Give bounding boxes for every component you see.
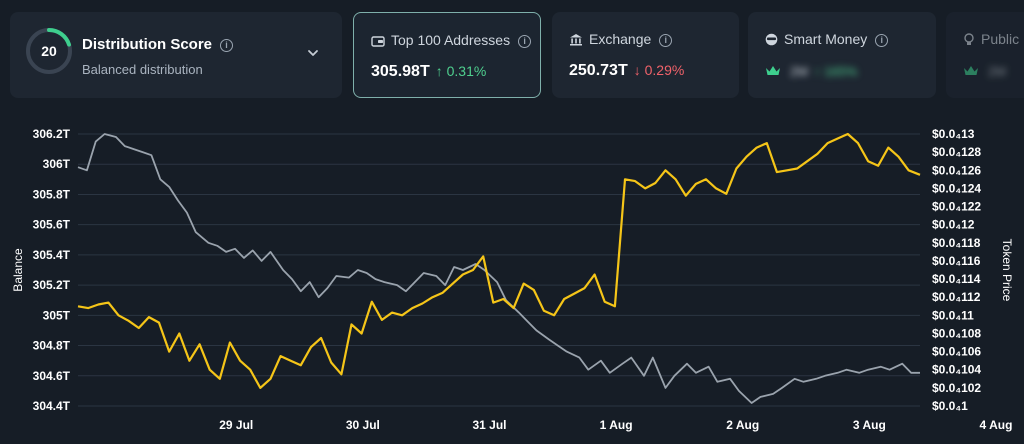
distribution-score-card[interactable]: 20 Distribution Score i Balanced distribu… — [10, 12, 342, 98]
bank-icon — [570, 34, 582, 46]
x-axis-ticks: 29 Jul 30 Jul 31 Jul 1 Aug 2 Aug 3 Aug 4 Aug — [219, 418, 1012, 432]
public-value: 2M — [988, 64, 1007, 79]
distribution-score-title: Distribution Score i — [82, 36, 234, 53]
y2-tick-label: $0.0₄104 — [932, 363, 981, 377]
exchange-label: Exchange — [589, 31, 652, 47]
crown-icon — [766, 66, 780, 75]
y2-tick-label: $0.0₄122 — [932, 200, 981, 214]
top-100-change: ↑ 0.31% — [435, 63, 487, 79]
info-icon[interactable]: i — [220, 38, 234, 52]
balance-line — [77, 133, 920, 404]
distribution-score-value: 20 — [41, 43, 57, 59]
y2-tick-label: $0.0₄13 — [932, 127, 975, 141]
y-tick-label: 305.4T — [33, 248, 71, 262]
y2-tick-label: $0.0₄1 — [932, 399, 968, 413]
y2-tick-label: $0.0₄116 — [932, 254, 981, 268]
x-tick-label: 4 Aug — [980, 418, 1013, 432]
x-tick-label: 3 Aug — [853, 418, 886, 432]
x-tick-label: 1 Aug — [600, 418, 633, 432]
chevron-down-icon[interactable] — [306, 46, 320, 60]
x-tick-label: 30 Jul — [346, 418, 380, 432]
smart-money-label: Smart Money — [784, 31, 868, 47]
exchange-label-row: Exchange i — [569, 31, 673, 47]
exchange-value-row: 250.73T ↓ 0.29% — [569, 62, 684, 80]
y-tick-label: 305.8T — [33, 187, 71, 201]
y-axis-title-left: Balance — [11, 248, 25, 292]
public-card[interactable]: Public 2M — [946, 12, 1024, 98]
smart-money-card[interactable]: Smart Money i 2M ↑ 165% — [748, 12, 936, 98]
top-100-addresses-card[interactable]: Top 100 Addresses i 305.98T ↑ 0.31% — [353, 12, 541, 98]
crown-icon — [964, 66, 978, 75]
y-tick-label: 304.6T — [33, 369, 71, 383]
x-tick-label: 2 Aug — [726, 418, 759, 432]
y-tick-label: 305.6T — [33, 218, 71, 232]
y2-tick-label: $0.0₄124 — [932, 181, 981, 195]
y-axis-title-right: Token Price — [1000, 239, 1014, 302]
exchange-value: 250.73T — [569, 62, 628, 79]
y2-tick-label: $0.0₄114 — [932, 272, 981, 286]
y-tick-label: 305T — [43, 308, 71, 322]
smart-money-label-row: Smart Money i — [765, 31, 889, 47]
distribution-score-label: Distribution Score — [82, 36, 213, 53]
y2-tick-label: $0.0₄106 — [932, 345, 981, 359]
left-axis-ticks: 304.4T 304.6T 304.8T 305T 305.2T 305.4T 305.6T… — [33, 127, 71, 413]
y-tick-label: 305.2T — [33, 278, 71, 292]
x-tick-label: 29 Jul — [219, 418, 253, 432]
y-tick-label: 306.2T — [33, 127, 71, 141]
public-value-row: 2M — [988, 64, 1006, 79]
token-price-line — [77, 132, 921, 389]
series-lines — [77, 132, 921, 404]
y-tick-label: 304.4T — [33, 399, 71, 413]
distribution-score-subtitle: Balanced distribution — [82, 62, 203, 77]
smart-money-change: ↑ 165% — [814, 64, 858, 79]
exchange-card[interactable]: Exchange i 250.73T ↓ 0.29% — [552, 12, 739, 98]
y2-tick-label: $0.0₄126 — [932, 163, 981, 177]
y2-tick-label: $0.0₄118 — [932, 236, 981, 250]
smart-money-value-row: 2M ↑ 165% — [790, 64, 857, 79]
y-tick-label: 304.8T — [33, 339, 71, 353]
x-tick-label: 31 Jul — [472, 418, 506, 432]
right-axis-ticks: $0.0₄1 $0.0₄102 $0.0₄104 $0.0₄106 $0.0₄108 $0… — [932, 127, 981, 413]
top-100-label: Top 100 Addresses — [391, 32, 511, 48]
y2-tick-label: $0.0₄102 — [932, 381, 981, 395]
info-icon[interactable]: i — [518, 34, 532, 48]
smart-money-face-icon — [765, 33, 778, 46]
y2-tick-label: $0.0₄112 — [932, 290, 981, 304]
y2-tick-label: $0.0₄128 — [932, 145, 981, 159]
smart-money-value: 2M — [790, 64, 809, 79]
grid-lines — [78, 133, 920, 407]
y-tick-label: 306T — [43, 157, 71, 171]
public-label-row: Public — [963, 31, 1019, 47]
balance-price-chart: 304.4T 304.6T 304.8T 305T 305.2T 305.4T 305.6T… — [11, 127, 1014, 432]
wallet-icon — [371, 36, 385, 47]
top-100-value: 305.98T — [371, 63, 430, 80]
exchange-change: ↓ 0.29% — [633, 62, 685, 78]
top-100-value-row: 305.98T ↑ 0.31% — [371, 63, 486, 81]
info-icon[interactable]: i — [875, 33, 889, 47]
info-icon[interactable]: i — [659, 33, 673, 47]
public-label: Public — [981, 31, 1020, 47]
y2-tick-label: $0.0₄12 — [932, 218, 975, 232]
y2-tick-label: $0.0₄11 — [932, 308, 974, 322]
top-100-label-row: Top 100 Addresses i — [371, 32, 532, 48]
y2-tick-label: $0.0₄108 — [932, 326, 981, 340]
bulb-icon — [964, 33, 974, 45]
